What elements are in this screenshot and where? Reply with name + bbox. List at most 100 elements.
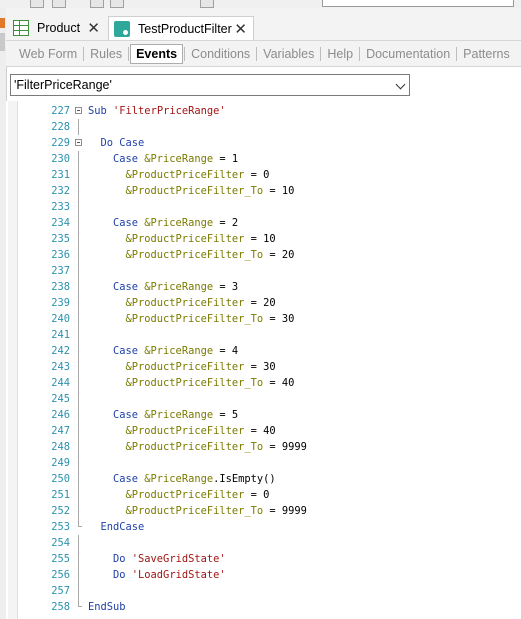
code-text: EndCase — [101, 519, 145, 535]
toolbar-button[interactable] — [52, 0, 66, 8]
line-number: 235 — [51, 233, 70, 245]
toolbar-button[interactable] — [110, 0, 124, 8]
code-line[interactable]: 256 Do 'LoadGridState' — [6, 567, 521, 583]
code-line[interactable]: 253 EndCase — [6, 519, 521, 535]
code-editor[interactable]: 227 Sub 'FilterPriceRange' 228 229 Do Case 23… — [6, 101, 521, 619]
code-line[interactable]: 249 — [6, 455, 521, 471]
fold-guide — [78, 599, 82, 607]
code-line[interactable]: 242 Case &PriceRange = 4 — [6, 343, 521, 359]
line-number: 247 — [51, 425, 70, 437]
line-number: 237 — [51, 265, 70, 277]
collapse-icon[interactable] — [75, 107, 82, 114]
code-line[interactable]: 239 &ProductPriceFilter = 20 — [6, 295, 521, 311]
plain-token: = 10 — [244, 233, 276, 245]
variable-token: &PriceRange — [144, 473, 214, 485]
code-line[interactable]: 250 Case &PriceRange.IsEmpty() — [6, 471, 521, 487]
line-number: 239 — [51, 297, 70, 309]
code-line[interactable]: 241 — [6, 327, 521, 343]
tab-web-form[interactable]: Web Form — [14, 45, 82, 63]
code-line[interactable]: 246 Case &PriceRange = 5 — [6, 407, 521, 423]
toolbar-button[interactable] — [200, 0, 214, 8]
toolbar-button[interactable] — [90, 0, 104, 8]
code-line[interactable]: 247 &ProductPriceFilter = 40 — [6, 423, 521, 439]
code-line[interactable]: 255 Do 'SaveGridState' — [6, 551, 521, 567]
line-number: 242 — [51, 345, 70, 357]
code-text: &ProductPriceFilter_To = 9999 — [126, 503, 307, 519]
code-line[interactable]: 230 Case &PriceRange = 1 — [6, 151, 521, 167]
line-number: 241 — [51, 329, 70, 341]
tab-patterns[interactable]: Patterns — [458, 45, 515, 63]
plain-token: = 9999 — [263, 505, 307, 517]
code-line[interactable]: 227 Sub 'FilterPriceRange' — [6, 103, 521, 119]
code-line[interactable]: 238 Case &PriceRange = 3 — [6, 279, 521, 295]
event-selector[interactable]: 'FilterPriceRange' — [10, 74, 410, 96]
code-line[interactable]: 248 &ProductPriceFilter_To = 9999 — [6, 439, 521, 455]
grid-icon — [13, 20, 29, 36]
line-number: 245 — [51, 393, 70, 405]
tab-label: TestProductFilter — [138, 21, 232, 36]
plain-token: = 1 — [213, 153, 239, 165]
code-line[interactable]: 257 — [6, 583, 521, 599]
variable-token: &ProductPriceFilter — [125, 425, 245, 437]
toolbar-search-box[interactable] — [322, 0, 514, 7]
dock-tab[interactable] — [0, 33, 5, 51]
tab-conditions[interactable]: Conditions — [186, 45, 255, 63]
tab-product[interactable]: Product ✕ — [8, 16, 106, 40]
tab-rules[interactable]: Rules — [85, 45, 127, 63]
code-line[interactable]: 232 &ProductPriceFilter_To = 10 — [6, 183, 521, 199]
keyword-token: Case — [113, 473, 145, 485]
code-line[interactable]: 258 EndSub — [6, 599, 521, 615]
code-line[interactable]: 254 — [6, 535, 521, 551]
tab-help[interactable]: Help — [322, 45, 358, 63]
code-text: &ProductPriceFilter_To = 20 — [126, 247, 295, 263]
tab-documentation[interactable]: Documentation — [361, 45, 455, 63]
code-line[interactable]: 235 &ProductPriceFilter = 10 — [6, 231, 521, 247]
code-text: Case &PriceRange = 1 — [113, 151, 238, 167]
code-line[interactable]: 252 &ProductPriceFilter_To = 9999 — [6, 503, 521, 519]
code-line[interactable]: 234 Case &PriceRange = 2 — [6, 215, 521, 231]
code-line[interactable]: 237 — [6, 263, 521, 279]
plain-token: = 40 — [244, 425, 276, 437]
code-line[interactable]: 243 &ProductPriceFilter = 30 — [6, 359, 521, 375]
fold-guide — [78, 119, 79, 135]
line-number: 256 — [51, 569, 70, 581]
string-token: 'FilterPriceRange' — [113, 105, 226, 117]
code-text: EndSub — [88, 599, 126, 615]
code-line[interactable]: 245 — [6, 391, 521, 407]
code-line[interactable]: 233 — [6, 199, 521, 215]
close-icon[interactable]: ✕ — [87, 19, 100, 37]
fold-guide — [78, 183, 79, 199]
fold-guide — [78, 551, 79, 567]
code-line[interactable]: 251 &ProductPriceFilter = 0 — [6, 487, 521, 503]
tab-testproductfilter[interactable]: TestProductFilter ✕ — [108, 16, 254, 40]
code-line[interactable]: 244 &ProductPriceFilter_To = 40 — [6, 375, 521, 391]
variable-token: &ProductPriceFilter — [125, 361, 245, 373]
close-icon[interactable]: ✕ — [234, 20, 247, 38]
fold-guide — [78, 439, 79, 455]
plain-token: = 9999 — [263, 441, 307, 453]
code-line[interactable]: 229 Do Case — [6, 135, 521, 151]
variable-token: &PriceRange — [144, 153, 214, 165]
code-line[interactable]: 228 — [6, 119, 521, 135]
line-number: 254 — [51, 537, 70, 549]
plain-token: = 20 — [244, 297, 276, 309]
toolbar-button[interactable] — [30, 0, 44, 8]
document-tab-bar: Product ✕ TestProductFilter ✕ — [6, 8, 521, 41]
fold-guide — [78, 471, 79, 487]
collapse-icon[interactable] — [75, 139, 82, 146]
fold-guide — [78, 151, 79, 167]
chevron-down-icon[interactable] — [395, 79, 406, 90]
code-line[interactable]: 231 &ProductPriceFilter = 0 — [6, 167, 521, 183]
tab-events[interactable]: Events — [130, 43, 184, 64]
code-line[interactable]: 240 &ProductPriceFilter_To = 30 — [6, 311, 521, 327]
keyword-token: EndCase — [100, 521, 145, 533]
fold-guide — [78, 583, 79, 599]
fold-guide — [78, 167, 79, 183]
tab-variables[interactable]: Variables — [258, 45, 319, 63]
plain-token: = 0 — [244, 489, 270, 501]
keyword-token: Case — [113, 345, 145, 357]
code-text: &ProductPriceFilter_To = 40 — [126, 375, 295, 391]
plain-token: = 10 — [263, 185, 295, 197]
code-line[interactable]: 236 &ProductPriceFilter_To = 20 — [6, 247, 521, 263]
code-text: &ProductPriceFilter = 0 — [126, 167, 270, 183]
